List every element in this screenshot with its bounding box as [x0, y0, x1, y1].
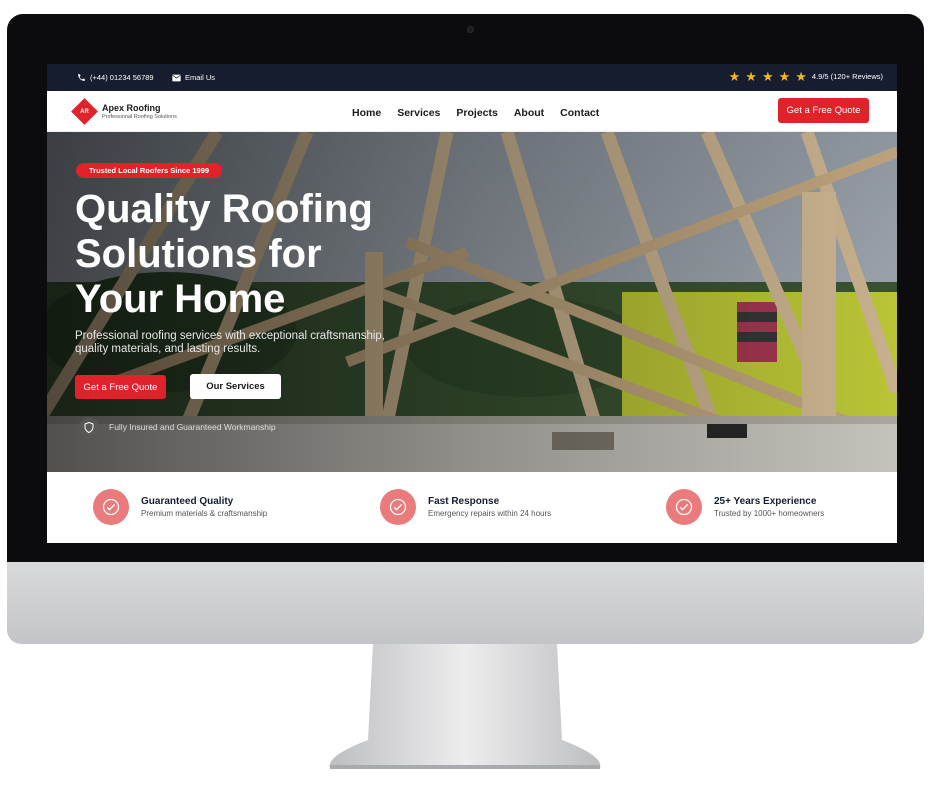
main-nav: AR Apex Roofing Professional Roofing Sol…	[47, 91, 897, 132]
camera-icon	[467, 26, 474, 33]
imac-monitor: (+44) 01234 56789 Email Us ★ ★ ★ ★ ★ 4.9…	[7, 14, 924, 562]
nav-item-projects[interactable]: Projects	[456, 107, 497, 119]
trusted-badge: Trusted Local Roofers Since 1999	[76, 163, 223, 178]
feature-subtitle: Emergency repairs within 24 hours	[428, 509, 552, 518]
star-icon: ★	[745, 69, 757, 84]
check-circle-icon	[93, 489, 129, 525]
hero-quote-button[interactable]: Get a Free Quote	[75, 375, 166, 399]
phone-number: (+44) 01234 56789	[90, 73, 154, 82]
brand[interactable]: Apex Roofing Professional Roofing Soluti…	[102, 103, 177, 120]
nav-item-home[interactable]: Home	[352, 107, 381, 119]
brand-logo-icon[interactable]: AR	[71, 98, 98, 125]
hero-subtitle-line: Professional roofing services with excep…	[75, 330, 386, 342]
email-link[interactable]: Email Us	[172, 73, 215, 82]
feature-item: Guaranteed Quality Premium materials & c…	[93, 489, 267, 525]
brand-tagline: Professional Roofing Solutions	[102, 114, 177, 120]
top-bar: (+44) 01234 56789 Email Us ★ ★ ★ ★ ★ 4.9…	[47, 64, 897, 91]
envelope-icon	[172, 74, 181, 81]
brand-name: Apex Roofing	[102, 103, 161, 113]
feature-item: Fast Response Emergency repairs within 2…	[380, 489, 551, 525]
nav-item-contact[interactable]: Contact	[560, 107, 599, 119]
feature-subtitle: Premium materials & craftsmanship	[141, 509, 268, 518]
feature-title: Guaranteed Quality	[141, 496, 234, 507]
hero-subtitle: Professional roofing services with excep…	[75, 330, 435, 356]
monitor-stand	[329, 644, 601, 769]
check-circle-icon	[666, 489, 702, 525]
rating-text: 4.9/5 (120+ Reviews)	[811, 72, 883, 81]
star-icon: ★	[761, 69, 774, 84]
star-icon: ★	[795, 69, 807, 84]
logo-initials: AR	[80, 108, 89, 115]
star-icon: ★	[728, 69, 741, 84]
nav-item-about[interactable]: About	[514, 107, 544, 119]
hero-subtitle-line: quality materials, and lasting results.	[75, 343, 261, 355]
hero-title: Quality Roofing Solutions for Your Home	[75, 187, 455, 322]
feature-title: Fast Response	[428, 496, 500, 507]
hero-title-line: Your Home	[75, 277, 286, 321]
hero-title-line: Solutions for	[75, 232, 322, 276]
phone-icon	[78, 74, 85, 81]
nav-item-services[interactable]: Services	[397, 107, 440, 119]
website-screen: (+44) 01234 56789 Email Us ★ ★ ★ ★ ★ 4.9…	[47, 64, 897, 543]
hero-title-line: Quality Roofing	[75, 187, 373, 231]
insured-text: Fully Insured and Guaranteed Workmanship	[109, 422, 276, 432]
monitor-chin	[7, 562, 924, 644]
features-strip: Guaranteed Quality Premium materials & c…	[47, 472, 897, 543]
email-label: Email Us	[185, 73, 216, 82]
star-icon: ★	[778, 69, 791, 84]
feature-title: 25+ Years Experience	[714, 496, 817, 507]
our-services-button[interactable]: Our Services	[190, 374, 281, 399]
feature-subtitle: Trusted by 1000+ homeowners	[714, 509, 825, 518]
phone-link[interactable]: (+44) 01234 56789	[77, 73, 154, 82]
check-circle-icon	[380, 489, 416, 525]
insured-note: Fully Insured and Guaranteed Workmanship	[79, 417, 276, 437]
shield-icon	[79, 417, 99, 437]
reviews-rating[interactable]: ★ ★ ★ ★ ★ 4.9/5 (120+ Reviews)	[729, 70, 883, 83]
nav-menu: Home Services Projects About Contact	[352, 107, 599, 119]
feature-item: 25+ Years Experience Trusted by 1000+ ho…	[666, 489, 824, 525]
hero-section: Trusted Local Roofers Since 1999 Quality…	[47, 132, 897, 472]
nav-quote-button[interactable]: Get a Free Quote	[778, 98, 869, 123]
